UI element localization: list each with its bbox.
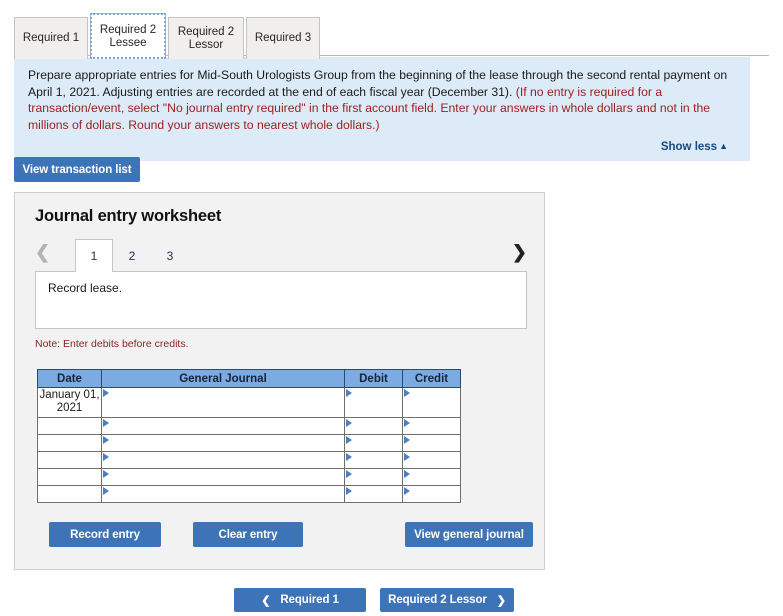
clear-entry-button[interactable]: Clear entry [193,522,303,547]
table-row [37,434,461,452]
cell-date[interactable] [37,451,102,469]
tab-label: Required 2 Lessee [99,23,157,49]
cell-date[interactable] [37,485,102,503]
tab-required-2-lessor[interactable]: Required 2 Lessor [168,17,244,59]
pager-next-icon[interactable]: ❯ [512,240,527,264]
tab-label: Required 1 [22,32,80,44]
entry-description-box: Record lease. [35,271,527,329]
dropdown-marker-icon [346,389,352,397]
nav-prev-label: Required 1 [280,594,339,606]
pager-page-label: 3 [166,249,174,263]
nav-next-required-2-lessor-button[interactable]: Required 2 Lessor ❯ [380,588,514,612]
table-row [37,451,461,469]
cell-date[interactable] [37,417,102,435]
cell-credit[interactable] [402,468,461,486]
tab-required-2-lessee[interactable]: Required 2 Lessee [90,13,166,59]
tab-strip: Required 1 Required 2 Lessee Required 2 … [0,0,783,59]
dropdown-marker-icon [404,389,410,397]
cell-credit[interactable] [402,387,461,418]
dropdown-marker-icon [103,419,109,427]
table-row [37,485,461,503]
dropdown-marker-icon [346,487,352,495]
instruction-panel: Prepare appropriate entries for Mid-Sout… [14,57,750,161]
view-general-journal-button[interactable]: View general journal [405,522,533,547]
cell-credit[interactable] [402,417,461,435]
cell-general-journal[interactable] [101,451,345,469]
dropdown-marker-icon [103,389,109,397]
cell-debit[interactable] [344,451,403,469]
column-header-debit: Debit [344,369,403,388]
journal-entry-table: Date General Journal Debit Credit Januar… [37,369,461,503]
column-header-general-journal: General Journal [101,369,345,388]
tab-required-3[interactable]: Required 3 [246,17,320,59]
cell-debit[interactable] [344,485,403,503]
cell-debit[interactable] [344,468,403,486]
cell-date[interactable]: January 01, 2021 [37,387,102,418]
pager-page-3[interactable]: 3 [151,239,189,272]
cell-general-journal[interactable] [101,417,345,435]
column-header-date: Date [37,369,102,388]
tab-required-1[interactable]: Required 1 [14,17,88,59]
worksheet-pager: ❮ 1 2 3 ❯ [35,239,527,272]
cell-general-journal[interactable] [101,468,345,486]
pager-page-2[interactable]: 2 [113,239,151,272]
dropdown-marker-icon [346,470,352,478]
dropdown-marker-icon [404,436,410,444]
dropdown-marker-icon [346,436,352,444]
dropdown-marker-icon [103,470,109,478]
tab-list: Required 1 Required 2 Lessee Required 2 … [14,13,322,59]
dropdown-marker-icon [404,470,410,478]
cell-general-journal[interactable] [101,387,345,418]
table-row: January 01, 2021 [37,387,461,418]
record-entry-button[interactable]: Record entry [49,522,161,547]
dropdown-marker-icon [103,436,109,444]
pager-prev-icon[interactable]: ❮ [35,240,50,264]
dropdown-marker-icon [346,453,352,461]
cell-date[interactable] [37,468,102,486]
journal-entry-worksheet-panel: Journal entry worksheet ❮ 1 2 3 ❯ Record… [14,192,545,570]
chevron-right-icon: ❯ [496,594,506,607]
cell-credit[interactable] [402,451,461,469]
debits-before-credits-note: Note: Enter debits before credits. [35,338,189,350]
worksheet-action-bar: Record entry Clear entry View general jo… [35,522,533,548]
instruction-text: Prepare appropriate entries for Mid-Sout… [28,67,736,133]
dropdown-marker-icon [103,487,109,495]
bottom-navigation: ❮ Required 1 Required 2 Lessor ❯ [0,588,783,616]
cell-credit[interactable] [402,434,461,452]
table-header-row: Date General Journal Debit Credit [37,369,461,388]
dropdown-marker-icon [404,419,410,427]
pager-page-1[interactable]: 1 [75,239,113,272]
cell-debit[interactable] [344,434,403,452]
dropdown-marker-icon [346,419,352,427]
worksheet-title: Journal entry worksheet [35,207,222,225]
show-less-toggle[interactable]: Show less ▲ [28,141,736,153]
cell-general-journal[interactable] [101,485,345,503]
dropdown-marker-icon [404,453,410,461]
show-less-label: Show less [660,141,718,153]
pager-page-list: 1 2 3 [75,239,189,272]
cell-debit[interactable] [344,417,403,435]
table-row [37,468,461,486]
nav-previous-required-1-button[interactable]: ❮ Required 1 [234,588,366,612]
entry-description-text: Record lease. [48,281,123,295]
tab-label: Required 3 [254,32,312,44]
column-header-credit: Credit [402,369,461,388]
dropdown-marker-icon [404,487,410,495]
cell-debit[interactable] [344,387,403,418]
tab-label: Required 2 Lessor [177,25,235,51]
pager-page-label: 1 [90,249,98,263]
nav-next-label: Required 2 Lessor [388,594,487,606]
caret-up-icon: ▲ [719,141,728,151]
view-transaction-list-button[interactable]: View transaction list [14,157,140,182]
cell-credit[interactable] [402,485,461,503]
dropdown-marker-icon [103,453,109,461]
chevron-left-icon: ❮ [261,594,271,607]
cell-date[interactable] [37,434,102,452]
table-row [37,417,461,435]
cell-general-journal[interactable] [101,434,345,452]
pager-page-label: 2 [128,249,136,263]
